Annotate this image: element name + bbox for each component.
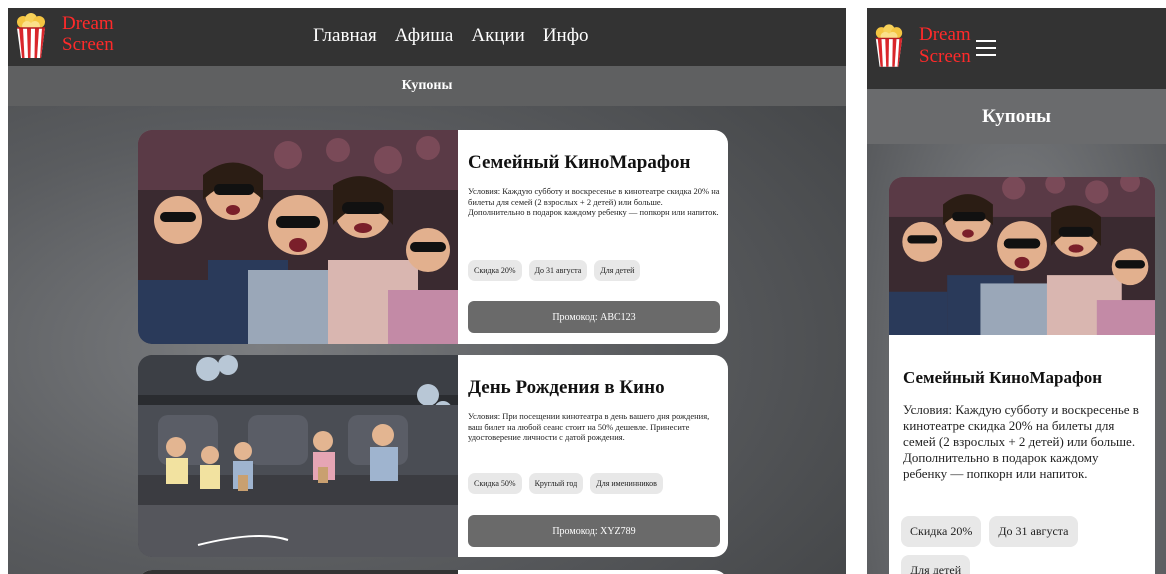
coupon-photo xyxy=(138,130,458,344)
coupon-photo xyxy=(889,177,1155,335)
coupon-tags: Скидка 20% До 31 августа Для детей xyxy=(901,516,1145,574)
tag-audience: Для именинников xyxy=(590,473,663,494)
coupon-photo xyxy=(138,570,458,574)
tag-discount: Скидка 20% xyxy=(468,260,522,281)
tag-discount: Скидка 50% xyxy=(468,473,522,494)
main-nav: Главная Афиша Акции Инфо xyxy=(313,25,589,47)
nav-item-promos[interactable]: Акции xyxy=(471,25,524,47)
coupon-conditions: Условия: Каждую субботу и воскресенье в … xyxy=(903,402,1139,481)
brand-logo[interactable]: Dream Screen xyxy=(873,24,971,68)
tag-validity: До 31 августа xyxy=(989,516,1078,547)
page-title: Купоны xyxy=(8,66,846,106)
coupon-photo xyxy=(138,355,458,557)
coupon-body: День Рождения в Кино Условия: При посеще… xyxy=(458,355,728,557)
coupon-title: День Рождения в Кино xyxy=(468,377,665,398)
tag-discount: Скидка 20% xyxy=(901,516,982,547)
desktop-view: Dream Screen Главная Афиша Акции Инфо Ку… xyxy=(8,8,846,574)
brand-name: Dream Screen xyxy=(62,13,114,55)
site-header: Dream Screen Главная Афиша Акции Инфо xyxy=(8,8,846,66)
brand-logo[interactable]: Dream Screen xyxy=(14,13,114,59)
promo-code-button[interactable]: Промокод: ABC123 xyxy=(468,301,720,333)
tag-validity: Круглый год xyxy=(528,473,584,494)
tag-validity: До 31 августа xyxy=(528,260,588,281)
coupon-card: Семейный КиноМарафон Условия: Каждую суб… xyxy=(889,177,1155,574)
popcorn-icon xyxy=(14,13,48,59)
coupon-tags: Скидка 20% До 31 августа Для детей xyxy=(468,260,641,281)
page-title: Купоны xyxy=(867,89,1166,144)
nav-item-schedule[interactable]: Афиша xyxy=(395,25,454,47)
popcorn-icon xyxy=(873,24,905,68)
coupon-card: Семейный КиноМарафон Условия: Каждую суб… xyxy=(138,130,728,344)
tag-audience: Для детей xyxy=(901,555,971,574)
brand-name: Dream Screen xyxy=(919,24,971,67)
promo-code-button[interactable]: Промокод: XYZ789 xyxy=(468,515,720,547)
mobile-header: Dream Screen xyxy=(867,8,1166,89)
coupon-body: Семейный КиноМарафон Условия: Каждую суб… xyxy=(458,130,728,344)
coupon-card: День Рождения в Кино Условия: При посеще… xyxy=(138,355,728,557)
hamburger-menu-icon[interactable] xyxy=(976,40,996,56)
coupon-title: Семейный КиноМарафон xyxy=(903,368,1103,387)
coupon-tags: Скидка 50% Круглый год Для именинников xyxy=(468,473,663,494)
mobile-view: Dream Screen Купоны Семейный КиноМарафон… xyxy=(867,8,1166,574)
nav-item-home[interactable]: Главная xyxy=(313,25,377,47)
coupon-title: Семейный КиноМарафон xyxy=(468,152,691,173)
coupon-conditions: Условия: При посещении кинотеатра в день… xyxy=(468,411,710,442)
coupon-card-partial xyxy=(138,570,728,574)
tag-audience: Для детей xyxy=(594,260,641,281)
nav-item-info[interactable]: Инфо xyxy=(543,25,589,47)
coupon-conditions: Условия: Каждую субботу и воскресенье в … xyxy=(468,186,720,217)
